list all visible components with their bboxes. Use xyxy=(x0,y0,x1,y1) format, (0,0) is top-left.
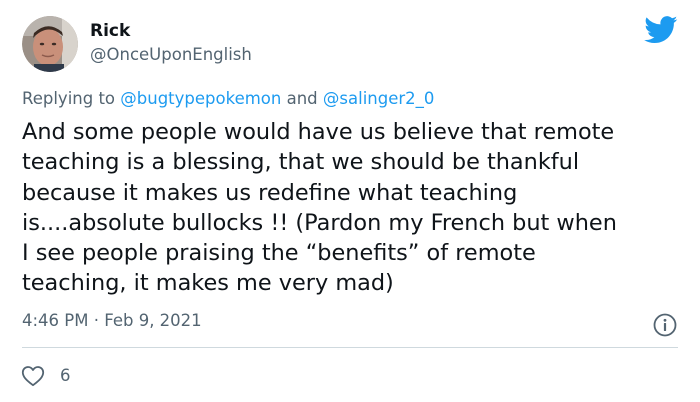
divider xyxy=(22,347,678,348)
tweet-text-line: I see people praising the “benefits” of … xyxy=(22,240,536,267)
tweet-text-line: is....absolute bullocks !! (Pardon my Fr… xyxy=(22,209,617,236)
display-name[interactable]: Rick xyxy=(90,21,130,41)
tweet-text-line: because it makes us redefine what teachi… xyxy=(22,179,518,206)
tweet-timestamp[interactable]: 4:46 PM · Feb 9, 2021 xyxy=(22,311,202,330)
avatar[interactable] xyxy=(22,16,78,72)
twitter-bird-icon xyxy=(644,16,678,44)
tweet-text-line: teaching, it makes me very mad) xyxy=(22,270,394,297)
replying-to-label: Replying to xyxy=(22,89,116,108)
tweet-text-line: teaching is a blessing, that we should b… xyxy=(22,149,580,176)
tweet-time: 4:46 PM xyxy=(22,311,89,330)
info-icon[interactable] xyxy=(652,312,678,338)
like-count[interactable]: 6 xyxy=(60,366,71,385)
mention-link-1[interactable]: @bugtypepokemon xyxy=(120,89,281,108)
user-handle[interactable]: @OnceUponEnglish xyxy=(90,45,252,64)
tweet-text: And some people would have us believe th… xyxy=(22,117,682,299)
tweet-date: Feb 9, 2021 xyxy=(104,311,202,330)
tweet-card: Rick @OnceUponEnglish Replying to @bugty… xyxy=(0,0,700,402)
meta-separator: · xyxy=(93,311,99,330)
tweet-text-line: And some people would have us believe th… xyxy=(22,119,615,145)
replying-to-conjunction: and xyxy=(286,89,318,108)
mention-link-2[interactable]: @salinger2_0 xyxy=(323,89,435,108)
replying-to: Replying to @bugtypepokemon and @salinge… xyxy=(22,89,434,108)
heart-icon[interactable] xyxy=(21,365,45,387)
